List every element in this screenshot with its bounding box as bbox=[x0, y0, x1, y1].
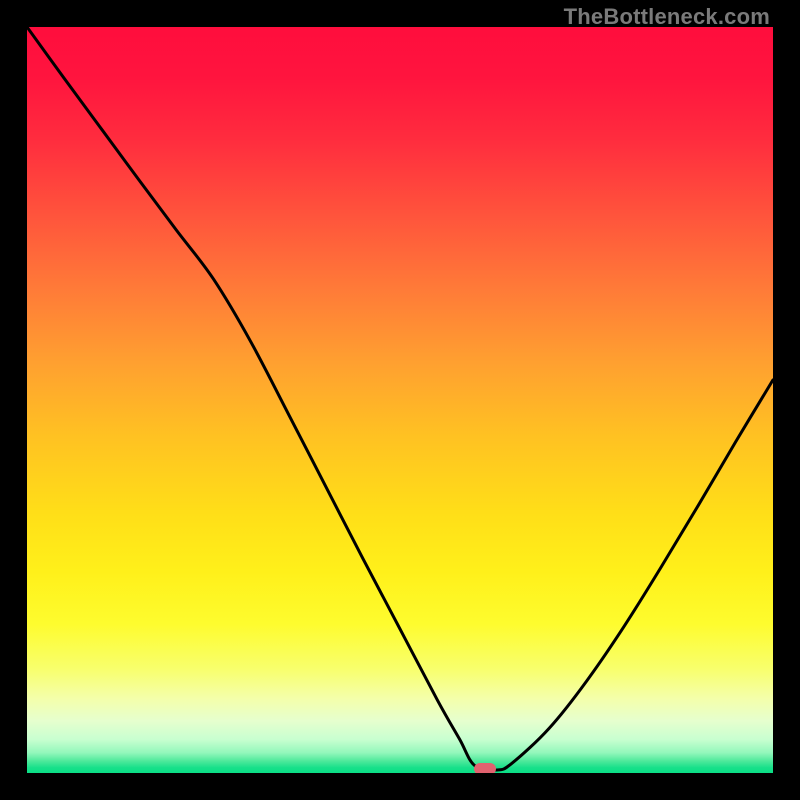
plot-area bbox=[27, 27, 773, 773]
optimal-marker bbox=[474, 763, 496, 773]
outer-frame: TheBottleneck.com bbox=[0, 0, 800, 800]
watermark-text: TheBottleneck.com bbox=[564, 4, 770, 30]
bottleneck-curve bbox=[27, 27, 773, 773]
